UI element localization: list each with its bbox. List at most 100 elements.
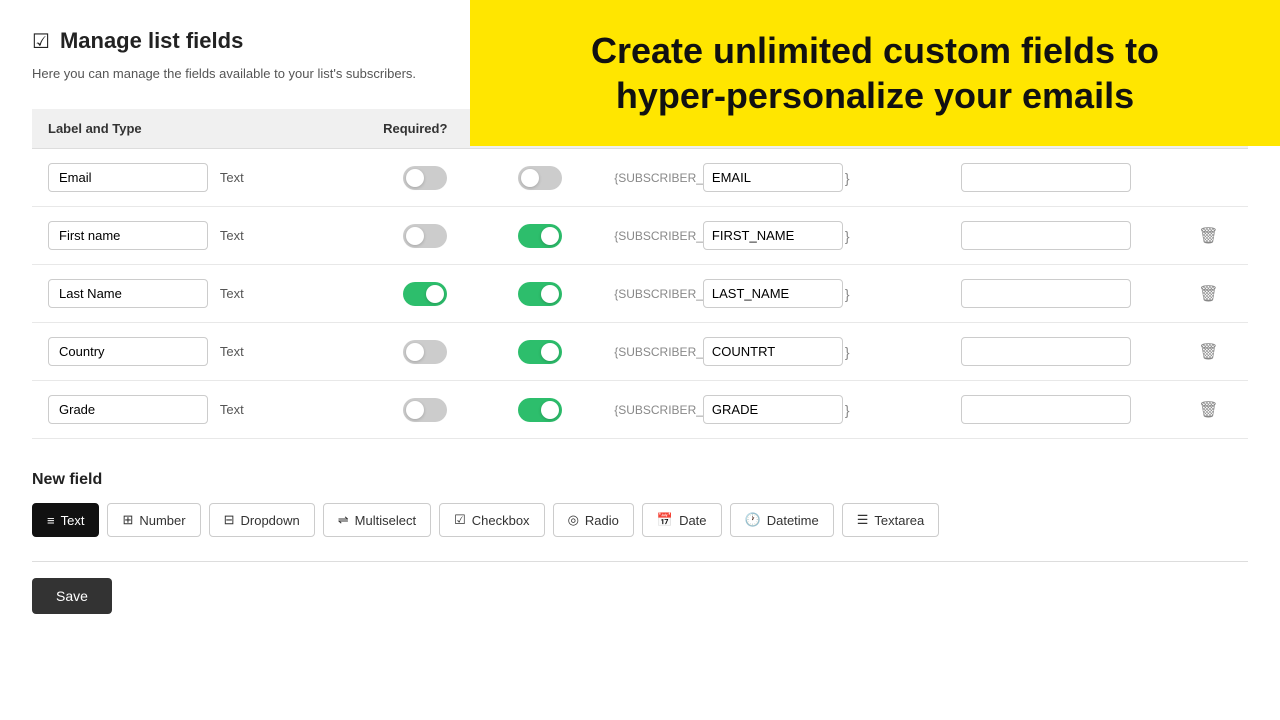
td-default-country xyxy=(945,323,1178,381)
dropdown-icon: ⊟ xyxy=(224,512,235,528)
promo-banner: Create unlimited custom fields to hyper-… xyxy=(470,0,1280,146)
td-tag-last_name: {SUBSCRIBER_ } xyxy=(598,265,945,323)
tag-prefix-last_name: {SUBSCRIBER_ xyxy=(614,287,703,301)
td-required-last_name xyxy=(367,265,483,323)
label-input-grade[interactable] xyxy=(48,395,208,424)
tag-input-country[interactable] xyxy=(703,337,843,366)
label-input-first_name[interactable] xyxy=(48,221,208,250)
required-toggle-grade[interactable] xyxy=(403,398,447,422)
visible-toggle-grade[interactable] xyxy=(518,398,562,422)
table-row: Text {SUBSCRIBER_ } xyxy=(32,149,1248,207)
new-field-label: New field xyxy=(32,471,1248,489)
page-title: Manage list fields xyxy=(60,28,243,54)
type-text-grade: Text xyxy=(220,402,244,417)
default-input-last_name[interactable] xyxy=(961,279,1131,308)
type-text-country: Text xyxy=(220,344,244,359)
delete-button-last_name[interactable]: 🗑 xyxy=(1194,280,1222,308)
date-icon: 📅 xyxy=(657,512,673,528)
label-input-country[interactable] xyxy=(48,337,208,366)
required-toggle-email[interactable] xyxy=(403,166,447,190)
field-type-buttons: ≡Text ⊞ Number ⊟ Dropdown ⇌ Multiselect ☑ Checkb… xyxy=(32,503,1248,537)
save-button[interactable]: Save xyxy=(32,578,112,614)
td-tag-email: {SUBSCRIBER_ } xyxy=(598,149,945,207)
field-type-btn-checkbox[interactable]: ☑ Checkbox xyxy=(439,503,544,537)
type-text-first_name: Text xyxy=(220,228,244,243)
table-row: Text {SUBSCRIBER_ } 🗑 xyxy=(32,381,1248,439)
td-label-first_name: Text xyxy=(32,207,367,265)
visible-toggle-country[interactable] xyxy=(518,340,562,364)
new-field-section: New field ≡Text ⊞ Number ⊟ Dropdown ⇌ Multisel… xyxy=(32,471,1248,614)
field-type-btn-radio[interactable]: ◎Radio xyxy=(553,503,634,537)
default-input-country[interactable] xyxy=(961,337,1131,366)
field-type-btn-text[interactable]: ≡Text xyxy=(32,503,99,537)
field-type-btn-date[interactable]: 📅 Date xyxy=(642,503,722,537)
td-visible-last_name xyxy=(483,265,599,323)
tag-input-last_name[interactable] xyxy=(703,279,843,308)
td-required-first_name xyxy=(367,207,483,265)
delete-button-grade[interactable]: 🗑 xyxy=(1194,396,1222,424)
tag-prefix-email: {SUBSCRIBER_ xyxy=(614,171,703,185)
text-icon: ≡ xyxy=(47,513,55,528)
td-label-grade: Text xyxy=(32,381,367,439)
field-type-btn-dropdown[interactable]: ⊟ Dropdown xyxy=(209,503,315,537)
label-input-email[interactable] xyxy=(48,163,208,192)
field-type-label-multiselect: Multiselect xyxy=(355,513,416,528)
td-visible-grade xyxy=(483,381,599,439)
tag-input-grade[interactable] xyxy=(703,395,843,424)
tag-suffix-grade: } xyxy=(845,402,850,418)
field-type-btn-number[interactable]: ⊞ Number xyxy=(107,503,200,537)
required-toggle-last_name[interactable] xyxy=(403,282,447,306)
datetime-icon: 🕐 xyxy=(745,512,761,528)
label-input-last_name[interactable] xyxy=(48,279,208,308)
default-input-first_name[interactable] xyxy=(961,221,1131,250)
delete-button-country[interactable]: 🗑 xyxy=(1194,338,1222,366)
tag-prefix-grade: {SUBSCRIBER_ xyxy=(614,403,703,417)
visible-toggle-first_name[interactable] xyxy=(518,224,562,248)
tag-suffix-last_name: } xyxy=(845,286,850,302)
page-wrapper: Create unlimited custom fields to hyper-… xyxy=(0,0,1280,720)
visible-toggle-email[interactable] xyxy=(518,166,562,190)
required-toggle-first_name[interactable] xyxy=(403,224,447,248)
tag-input-email[interactable] xyxy=(703,163,843,192)
td-visible-first_name xyxy=(483,207,599,265)
td-visible-country xyxy=(483,323,599,381)
tag-suffix-country: } xyxy=(845,344,850,360)
table-row: Text {SUBSCRIBER_ } 🗑 xyxy=(32,265,1248,323)
bottom-divider xyxy=(32,561,1248,562)
field-type-btn-textarea[interactable]: ☰Textarea xyxy=(842,503,940,537)
banner-text: Create unlimited custom fields to hyper-… xyxy=(510,28,1240,118)
type-text-email: Text xyxy=(220,170,244,185)
multiselect-icon: ⇌ xyxy=(338,512,349,528)
td-actions-country: 🗑 xyxy=(1178,323,1248,381)
td-required-grade xyxy=(367,381,483,439)
checkbox-icon: ☑ xyxy=(454,512,466,528)
default-input-email[interactable] xyxy=(961,163,1131,192)
td-default-last_name xyxy=(945,265,1178,323)
type-text-last_name: Text xyxy=(220,286,244,301)
default-input-grade[interactable] xyxy=(961,395,1131,424)
td-actions-first_name: 🗑 xyxy=(1178,207,1248,265)
field-type-label-date: Date xyxy=(679,513,706,528)
td-default-email xyxy=(945,149,1178,207)
td-label-country: Text xyxy=(32,323,367,381)
td-tag-first_name: {SUBSCRIBER_ } xyxy=(598,207,945,265)
required-toggle-country[interactable] xyxy=(403,340,447,364)
td-default-grade xyxy=(945,381,1178,439)
td-label-email: Text xyxy=(32,149,367,207)
th-label-type: Label and Type xyxy=(32,109,367,149)
field-type-btn-multiselect[interactable]: ⇌ Multiselect xyxy=(323,503,431,537)
td-required-email xyxy=(367,149,483,207)
field-type-label-dropdown: Dropdown xyxy=(241,513,300,528)
table-row: Text {SUBSCRIBER_ } 🗑 xyxy=(32,323,1248,381)
tag-prefix-country: {SUBSCRIBER_ xyxy=(614,345,703,359)
field-type-label-checkbox: Checkbox xyxy=(472,513,530,528)
visible-toggle-last_name[interactable] xyxy=(518,282,562,306)
field-type-btn-datetime[interactable]: 🕐Datetime xyxy=(730,503,834,537)
field-type-label-number: Number xyxy=(139,513,185,528)
number-icon: ⊞ xyxy=(122,512,133,528)
tag-suffix-email: } xyxy=(845,170,850,186)
tag-input-first_name[interactable] xyxy=(703,221,843,250)
td-visible-email xyxy=(483,149,599,207)
td-label-last_name: Text xyxy=(32,265,367,323)
delete-button-first_name[interactable]: 🗑 xyxy=(1194,222,1222,250)
